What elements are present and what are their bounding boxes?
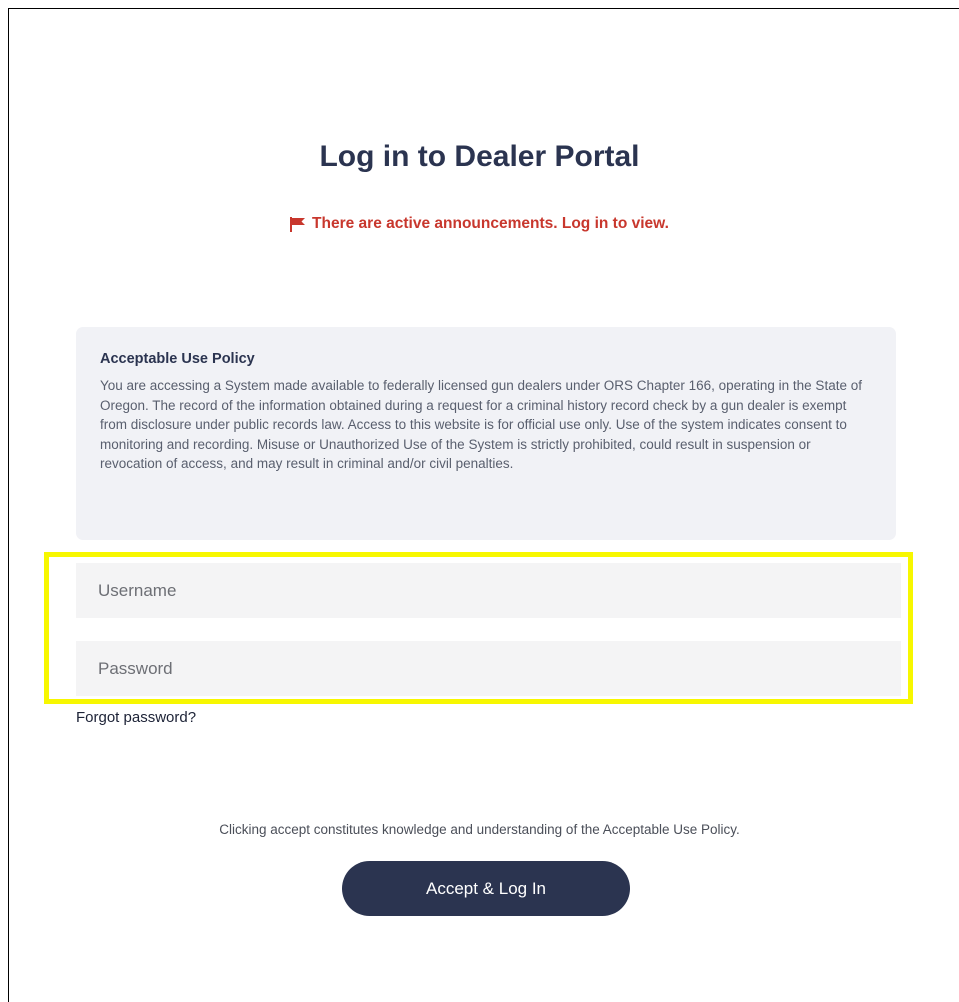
policy-heading: Acceptable Use Policy xyxy=(100,351,255,367)
announcement-text: There are active announcements. Log in t… xyxy=(312,215,669,232)
forgot-password-link[interactable]: Forgot password? xyxy=(76,709,196,726)
flag-icon xyxy=(290,216,306,232)
announcement-banner: There are active announcements. Log in t… xyxy=(0,215,959,233)
policy-text: You are accessing a System made availabl… xyxy=(100,378,862,471)
accept-login-button[interactable]: Accept & Log In xyxy=(342,861,630,916)
username-input[interactable] xyxy=(76,563,901,618)
password-input[interactable] xyxy=(76,641,901,696)
acceptable-use-policy-panel: Acceptable Use Policy You are accessing … xyxy=(76,327,896,540)
page-title: Log in to Dealer Portal xyxy=(319,140,640,173)
consent-text: Clicking accept constitutes knowledge an… xyxy=(219,822,740,837)
